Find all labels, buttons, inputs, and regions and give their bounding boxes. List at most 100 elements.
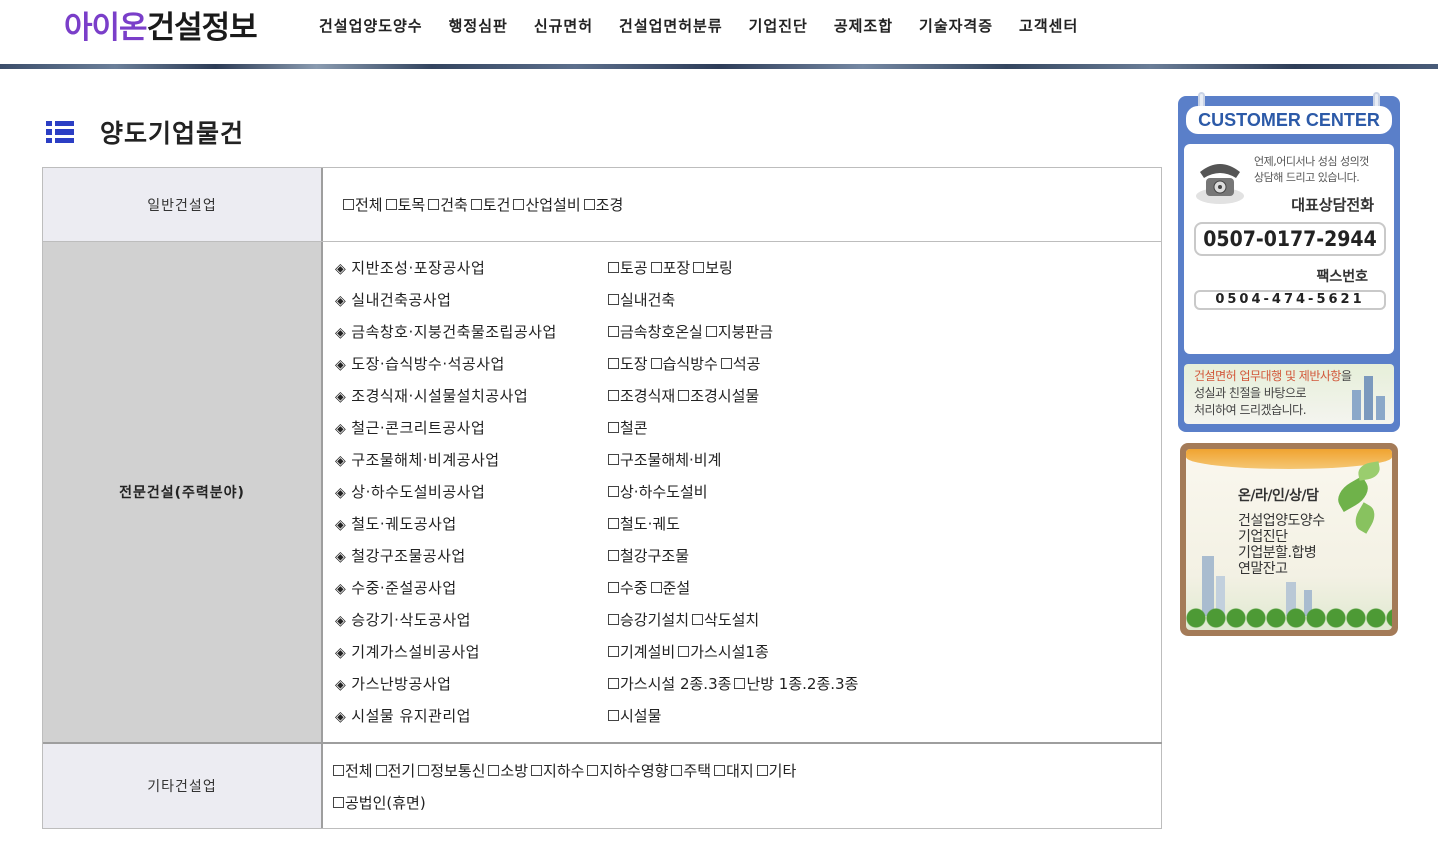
checkbox-box[interactable] xyxy=(650,262,662,273)
checkbox-box[interactable] xyxy=(650,358,662,369)
checkbox-box[interactable] xyxy=(734,678,746,689)
checkbox-box[interactable] xyxy=(608,262,619,273)
checkbox-other-electric[interactable]: 전기 xyxy=(375,760,415,781)
checkbox-specialty-option[interactable]: 구조물해체·비계 xyxy=(608,449,721,470)
representative-phone-number[interactable]: 0507-0177-2944 xyxy=(1194,222,1386,256)
checkbox-box[interactable] xyxy=(583,199,595,210)
checkbox-general-civil-arch[interactable]: 토건 xyxy=(470,194,510,215)
checkbox-box[interactable] xyxy=(678,646,690,657)
checkbox-other-all[interactable]: 전체 xyxy=(333,760,373,781)
checkbox-specialty-option[interactable]: 도장 xyxy=(608,353,648,374)
checkbox-specialty-option[interactable]: 조경식재 xyxy=(608,385,675,406)
checkbox-box[interactable] xyxy=(671,765,683,776)
nav-item-appeal[interactable]: 행정심판 xyxy=(436,14,521,38)
checkbox-general-architecture[interactable]: 건축 xyxy=(428,194,468,215)
checkbox-box[interactable] xyxy=(608,550,619,561)
nav-item-customer-center[interactable]: 고객센터 xyxy=(1006,14,1091,38)
checkbox-box[interactable] xyxy=(608,678,619,689)
checkbox-other-etc[interactable]: 기타 xyxy=(756,760,796,781)
checkbox-other-housing[interactable]: 주택 xyxy=(671,760,711,781)
checkbox-box[interactable] xyxy=(608,710,619,721)
checkbox-specialty-option[interactable]: 철강구조물 xyxy=(608,545,689,566)
checkbox-box[interactable] xyxy=(714,765,726,776)
checkbox-general-landscape[interactable]: 조경 xyxy=(583,194,623,215)
specialty-line: ◈ 기계가스설비공사업 기계설비 가스시설1종 xyxy=(335,641,1161,673)
diamond-bullet-icon: ◈ xyxy=(335,613,347,629)
checkbox-specialty-option[interactable]: 습식방수 xyxy=(650,353,718,374)
specialty-line: ◈ 가스난방공사업 가스시설 2종.3종 난방 1종.2종.3종 xyxy=(335,673,1161,705)
site-logo[interactable]: 아이온건설정보 xyxy=(64,8,258,48)
checkbox-specialty-option[interactable]: 상·하수도설비 xyxy=(608,481,708,502)
specialty-options: 상·하수도설비 xyxy=(608,481,711,502)
nav-item-new-license[interactable]: 신규면허 xyxy=(521,14,606,38)
category-filter-table: 일반건설업 전체 토목 건축 토건 산업설비 조경 전문건설(주력분야) ◈ 지반… xyxy=(42,167,1162,829)
checkbox-box[interactable] xyxy=(756,765,768,776)
checkbox-specialty-option[interactable]: 난방 1종.2종.3종 xyxy=(734,673,858,694)
checkbox-specialty-option[interactable]: 실내건축 xyxy=(608,289,675,310)
checkbox-box[interactable] xyxy=(693,262,705,273)
checkbox-box[interactable] xyxy=(608,422,619,433)
checkbox-specialty-option[interactable]: 철콘 xyxy=(608,417,648,438)
nav-item-transfer[interactable]: 건설업양도양수 xyxy=(306,14,436,38)
checkbox-specialty-option[interactable]: 철도·궤도 xyxy=(608,513,680,534)
checkbox-specialty-option[interactable]: 토공 xyxy=(608,257,648,278)
nav-item-diagnosis[interactable]: 기업진단 xyxy=(736,14,821,38)
checkbox-box[interactable] xyxy=(470,199,482,210)
checkbox-box[interactable] xyxy=(375,765,387,776)
checkbox-box[interactable] xyxy=(587,765,599,776)
checkbox-box[interactable] xyxy=(720,358,732,369)
checkbox-box[interactable] xyxy=(488,765,500,776)
checkbox-specialty-option[interactable]: 조경시설물 xyxy=(678,385,759,406)
checkbox-specialty-option[interactable]: 보링 xyxy=(693,257,733,278)
checkbox-box[interactable] xyxy=(608,646,619,657)
checkbox-box[interactable] xyxy=(608,486,619,497)
checkbox-specialty-option[interactable]: 기계설비 xyxy=(608,641,675,662)
checkbox-other-fire[interactable]: 소방 xyxy=(488,760,528,781)
nav-item-mutual-aid[interactable]: 공제조합 xyxy=(821,14,906,38)
checkbox-box[interactable] xyxy=(513,199,525,210)
checkbox-box[interactable] xyxy=(608,518,619,529)
checkbox-specialty-option[interactable]: 포장 xyxy=(650,257,690,278)
checkbox-specialty-option[interactable]: 준설 xyxy=(650,577,690,598)
checkbox-specialty-option[interactable]: 금속창호온실 xyxy=(608,321,703,342)
checkbox-other-land[interactable]: 대지 xyxy=(714,760,754,781)
nav-item-certificates[interactable]: 기술자격증 xyxy=(906,14,1006,38)
checkbox-box[interactable] xyxy=(705,326,717,337)
checkbox-box[interactable] xyxy=(333,797,344,808)
checkbox-other-telecom[interactable]: 정보통신 xyxy=(418,760,485,781)
nav-item-license-types[interactable]: 건설업면허분류 xyxy=(606,14,736,38)
checkbox-box[interactable] xyxy=(531,765,543,776)
checkbox-box[interactable] xyxy=(608,390,619,401)
checkbox-specialty-option[interactable]: 승강기설치 xyxy=(608,609,689,630)
checkbox-box[interactable] xyxy=(418,765,430,776)
checkbox-general-all[interactable]: 전체 xyxy=(343,194,383,215)
online-consultation-banner[interactable]: 온/라/인/상/담 건설업양도양수 기업진단 기업분할.합병 연말잔고 xyxy=(1180,443,1398,636)
checkbox-box[interactable] xyxy=(608,614,619,625)
checkbox-specialty-option[interactable]: 가스시설 2종.3종 xyxy=(608,673,731,694)
checkbox-specialty-option[interactable]: 시설물 xyxy=(608,705,661,726)
checkbox-box[interactable] xyxy=(608,582,619,593)
checkbox-other-dormant-corp[interactable]: 공법인(휴면) xyxy=(333,792,426,813)
checkbox-box[interactable] xyxy=(333,765,344,776)
checkbox-box[interactable] xyxy=(692,614,704,625)
checkbox-box[interactable] xyxy=(343,199,354,210)
checkbox-box[interactable] xyxy=(608,326,619,337)
checkbox-other-groundwater-impact[interactable]: 지하수영향 xyxy=(587,760,668,781)
checkbox-specialty-option[interactable]: 수중 xyxy=(608,577,648,598)
checkbox-box[interactable] xyxy=(385,199,397,210)
checkbox-box[interactable] xyxy=(608,294,619,305)
checkbox-other-groundwater[interactable]: 지하수 xyxy=(531,760,584,781)
specialty-line: ◈ 금속창호·지붕건축물조립공사업 금속창호온실 지붕판금 xyxy=(335,321,1161,353)
checkbox-box[interactable] xyxy=(650,582,662,593)
checkbox-box[interactable] xyxy=(678,390,690,401)
specialty-name: ◈ 금속창호·지붕건축물조립공사업 xyxy=(335,323,557,341)
checkbox-general-civil[interactable]: 토목 xyxy=(385,194,425,215)
checkbox-general-industrial[interactable]: 산업설비 xyxy=(513,194,581,215)
checkbox-specialty-option[interactable]: 삭도설치 xyxy=(692,609,759,630)
checkbox-specialty-option[interactable]: 가스시설1종 xyxy=(678,641,769,662)
checkbox-box[interactable] xyxy=(608,454,619,465)
checkbox-box[interactable] xyxy=(428,199,440,210)
checkbox-box[interactable] xyxy=(608,358,619,369)
checkbox-specialty-option[interactable]: 석공 xyxy=(720,353,760,374)
checkbox-specialty-option[interactable]: 지붕판금 xyxy=(705,321,773,342)
